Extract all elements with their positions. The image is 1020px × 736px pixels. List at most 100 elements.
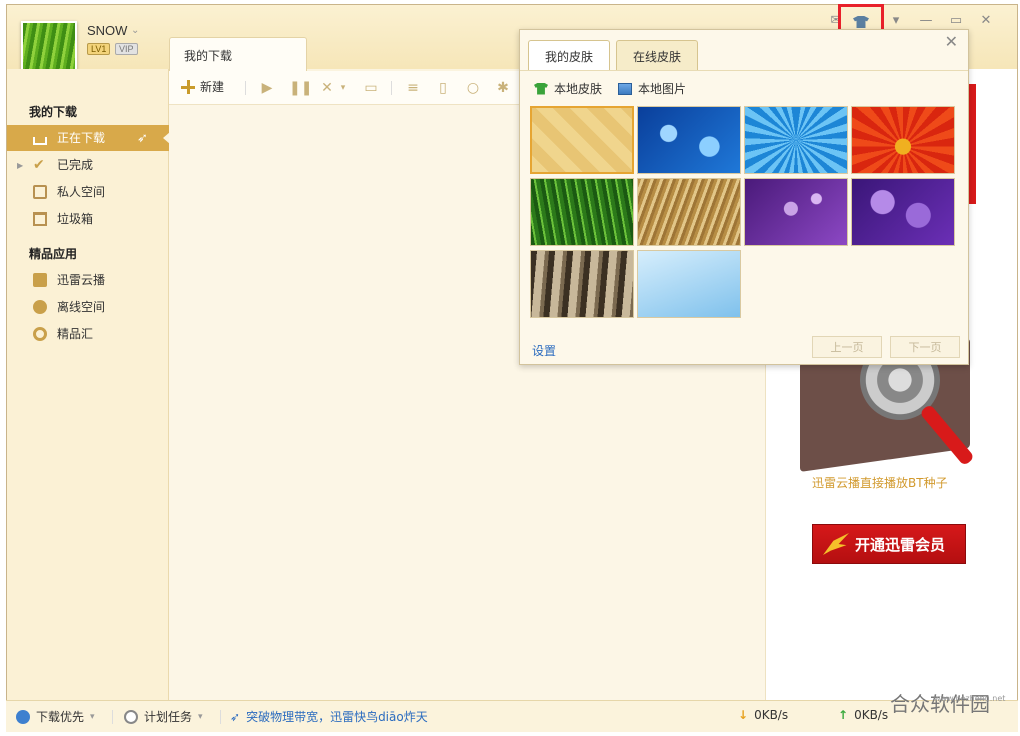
sidebar-item-trash[interactable]: 垃圾箱 [7,206,169,232]
sidebar-item-label: 私人空间 [57,185,106,199]
cloud-play-icon [33,273,47,287]
search-icon[interactable]: ○ [465,80,481,96]
sidebar-item-completed[interactable]: ▶ ✔ 已完成 [7,152,169,178]
status-divider [220,710,221,724]
skin-thumbnail[interactable] [637,178,741,246]
popup-close-icon[interactable]: ✕ [945,32,958,51]
sidebar-item-label: 已完成 [57,158,94,172]
download-priority-button[interactable]: 下载优先 ▾ [16,708,95,725]
download-speed-value: 0KB/s [754,708,789,722]
maximize-icon[interactable]: ▭ [941,9,971,31]
clock-icon [124,709,138,724]
plus-icon [181,79,195,94]
bird-icon: ➶ [230,709,241,724]
sidebar: 我的下载 正在下载 ➶ ▶ ✔ 已完成 私人空间 垃圾箱 精品应用 迅雷云播 离… [7,69,170,701]
sidebar-item-label: 精品汇 [57,327,94,341]
skin-pager: 上一页 下一页 [812,336,960,358]
skin-thumbnail[interactable] [530,106,634,174]
shirt-icon [853,16,869,28]
status-tip-link[interactable]: ➶ 突破物理带宽，迅雷快鸟diāo炸天 [230,708,428,725]
sidebar-item-cloud-play[interactable]: 迅雷云播 [7,267,169,293]
ad-caption[interactable]: 迅雷云播直接播放BT种子 [812,474,948,491]
delete-dropdown-icon[interactable]: ▾ [335,80,351,96]
status-divider [112,710,113,724]
play-icon[interactable]: ▶ [259,80,275,96]
sidebar-item-offline[interactable]: 离线空间 [7,294,169,320]
skin-thumbnail[interactable] [637,250,741,318]
toolbar-divider [391,81,392,95]
sidebar-item-label: 正在下载 [57,131,106,145]
delete-icon[interactable]: ✕ [319,80,335,96]
upload-speed-value: 0KB/s [854,708,889,722]
skin-popup: 我的皮肤 在线皮肤 ✕ 本地皮肤 本地图片 设置 上一页 下一页 [519,29,969,365]
open-vip-label: 开通迅雷会员 [855,535,946,554]
toolbar-divider [245,81,246,95]
watermark-url: www.hezhong.net [934,694,1006,703]
open-vip-button[interactable]: 开通迅雷会员 [812,524,966,564]
prev-page-button[interactable]: 上一页 [812,336,882,358]
folder-icon[interactable]: ▭ [363,80,379,96]
sidebar-section-downloads: 我的下载 [29,105,78,119]
local-image-label: 本地图片 [638,82,687,96]
menu-dropdown-icon[interactable]: ▾ [881,9,911,31]
minimize-icon[interactable]: — [911,9,941,31]
sidebar-item-downloading[interactable]: 正在下载 ➶ [7,125,170,151]
skin-thumbnail-grid [530,106,960,318]
sidebar-item-apps[interactable]: 精品汇 [7,321,169,347]
skin-tabs: 我的皮肤 在线皮肤 [528,40,699,70]
sidebar-item-label: 离线空间 [57,300,106,314]
vip-badge: VIP [115,43,138,55]
close-icon[interactable]: ✕ [971,9,1001,31]
skin-source-links: 本地皮肤 本地图片 [534,80,686,97]
settings-gear-icon[interactable]: ✱ [495,80,511,96]
sidebar-section-apps: 精品应用 [29,247,78,261]
chevron-down-icon: ▾ [198,711,203,722]
download-icon [33,137,47,145]
local-skin-label: 本地皮肤 [554,82,603,96]
local-image-link[interactable]: 本地图片 [618,80,686,97]
local-skin-link[interactable]: 本地皮肤 [534,80,602,97]
apps-icon [33,327,47,341]
status-bar: 下载优先 ▾ 计划任务 ▾ ➶ 突破物理带宽，迅雷快鸟diāo炸天 ↓ 0KB/… [6,700,1018,732]
picture-icon [618,82,633,95]
arrow-down-icon: ↓ [738,708,749,722]
skin-thumbnail[interactable] [530,250,634,318]
username[interactable]: SNOW [87,23,127,38]
next-page-button[interactable]: 下一页 [890,336,960,358]
level-badge: LV1 [87,43,111,55]
arrow-up-icon: ↑ [838,708,849,722]
skin-thumbnail[interactable] [744,178,848,246]
skin-thumbnail[interactable] [637,106,741,174]
trash-icon [33,212,47,226]
lock-icon [33,185,47,199]
details-icon[interactable]: ▯ [435,80,451,96]
sidebar-item-label: 迅雷云播 [57,273,106,287]
sort-icon[interactable]: ≡ [405,80,421,96]
chevron-down-icon: ▾ [90,711,95,722]
skin-settings-link[interactable]: 设置 [532,342,556,359]
check-icon: ✔ [33,157,45,173]
skin-thumbnail[interactable] [851,106,955,174]
offline-icon [33,300,47,314]
new-task-label: 新建 [200,80,225,94]
priority-label: 下载优先 [36,710,85,724]
thunder-bird-icon [823,533,849,555]
skin-thumbnail[interactable] [744,106,848,174]
bird-icon: ➶ [137,131,148,146]
tab-divider [520,70,968,71]
skin-thumbnail[interactable] [851,178,955,246]
expand-caret-icon[interactable]: ▶ [17,161,23,170]
tab-my-skin[interactable]: 我的皮肤 [528,40,611,70]
pause-icon[interactable]: ❚❚ [289,80,312,96]
user-menu-caret-icon[interactable]: ⌄ [131,25,139,36]
skin-thumbnail[interactable] [530,178,634,246]
new-task-button[interactable]: 新建 [181,78,224,95]
tab-my-downloads[interactable]: 我的下载 [169,37,307,71]
tab-online-skin[interactable]: 在线皮肤 [616,40,699,70]
sidebar-item-label: 垃圾箱 [57,212,94,226]
sidebar-item-private[interactable]: 私人空间 [7,179,169,205]
shirt-icon [534,82,548,95]
upload-speed: ↑ 0KB/s [838,708,888,722]
scheduled-tasks-button[interactable]: 计划任务 ▾ [124,708,203,725]
download-speed: ↓ 0KB/s [738,708,788,722]
